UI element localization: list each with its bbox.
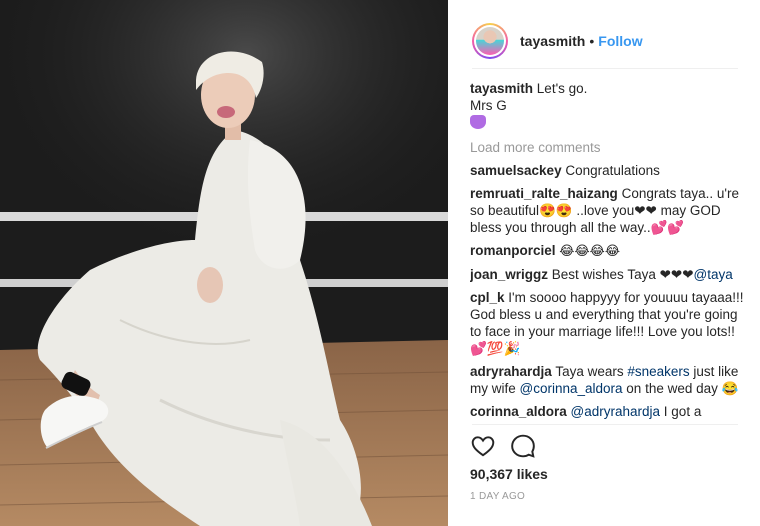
comment-text: 😂😂😂😂 xyxy=(559,244,621,259)
comment-username[interactable]: cpl_k xyxy=(470,290,505,305)
comment-text: Congratulations xyxy=(565,163,660,178)
list-item: adryrahardja Taya wears #sneakers just l… xyxy=(470,363,744,397)
comment-icon[interactable] xyxy=(510,433,536,459)
purple-heart-icon xyxy=(470,115,486,129)
post-caption: tayasmith Let's go. Mrs G xyxy=(470,80,744,131)
comment-text: I'm soooo happyyy for youuuu tayaaa!!! G… xyxy=(470,290,744,356)
post-header: tayasmith • Follow xyxy=(448,0,760,67)
list-item: joan_wriggz Best wishes Taya ❤❤❤@taya xyxy=(470,266,744,283)
list-item: cpl_k I'm soooo happyyy for youuuu tayaa… xyxy=(470,289,744,357)
header-username[interactable]: tayasmith xyxy=(520,33,585,49)
heart-icon[interactable] xyxy=(470,433,496,459)
comment-username[interactable]: adryrahardja xyxy=(470,364,552,379)
comment-text: on the wed day 😂 xyxy=(622,381,739,396)
comment-username[interactable]: joan_wriggz xyxy=(470,267,548,282)
caption-line-2: Mrs G xyxy=(470,98,507,113)
header-divider xyxy=(472,68,738,69)
comment-hashtag-link[interactable]: #sneakers xyxy=(627,364,689,379)
comment-mention-link[interactable]: @taya xyxy=(694,267,733,282)
likes-count[interactable]: 90,367 likes xyxy=(470,466,548,482)
caption-username[interactable]: tayasmith xyxy=(470,81,533,96)
comment-username[interactable]: samuelsackey xyxy=(470,163,562,178)
caption-line-1: Let's go. xyxy=(536,81,588,96)
comment-username[interactable]: romanporciel xyxy=(470,243,556,258)
load-more-comments-button[interactable]: Load more comments xyxy=(470,139,744,156)
list-item: samuelsackey Congratulations xyxy=(470,162,744,179)
avatar[interactable] xyxy=(472,22,508,59)
follow-button[interactable]: Follow xyxy=(598,33,642,49)
post-timestamp[interactable]: 1 DAY AGO xyxy=(470,491,525,502)
list-item: remruati_ralte_haizang Congrats taya.. u… xyxy=(470,185,744,236)
post-actions xyxy=(470,433,536,459)
comment-text: Taya wears xyxy=(555,364,628,379)
post-photo[interactable] xyxy=(0,0,448,526)
actions-divider xyxy=(472,424,738,425)
comment-text: I got a xyxy=(660,404,702,419)
comments-list[interactable]: tayasmith Let's go. Mrs G Load more comm… xyxy=(470,74,744,424)
comment-mention-link[interactable]: @corinna_aldora xyxy=(520,381,623,396)
list-item: corinna_aldora @adryrahardja I got a xyxy=(470,403,744,420)
comment-text: Best wishes Taya ❤❤❤ xyxy=(551,267,694,282)
comment-username[interactable]: remruati_ralte_haizang xyxy=(470,186,618,201)
list-item: romanporciel 😂😂😂😂 xyxy=(470,242,744,260)
comment-mention-link[interactable]: @adryrahardja xyxy=(571,404,661,419)
photo-illustration xyxy=(0,0,448,526)
post-side-panel: tayasmith • Follow tayasmith Let's go. M… xyxy=(448,0,760,526)
comment-username[interactable]: corinna_aldora xyxy=(470,404,567,419)
header-separator: • xyxy=(589,32,595,49)
